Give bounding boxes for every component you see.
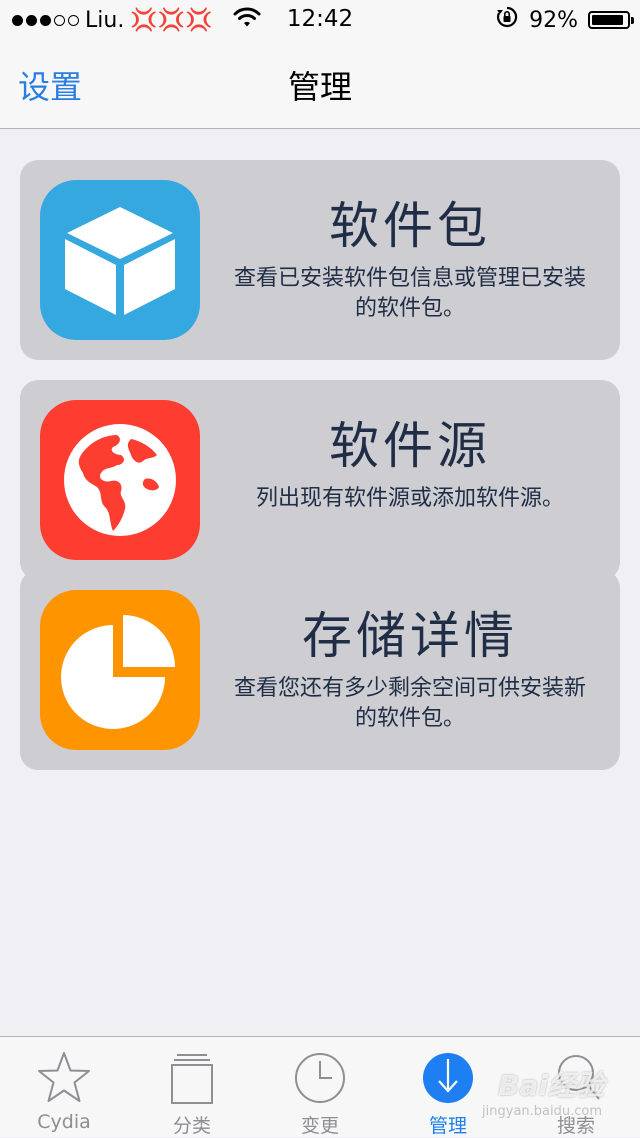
storage-description: 查看您还有多少剩余空间可供安装新的软件包。 (233, 676, 586, 731)
storage-card[interactable]: 存储详情 查看您还有多少剩余空间可供安装新的软件包。 (20, 570, 620, 770)
navigation-bar: 设置 管理 (0, 40, 640, 129)
battery-fill (592, 15, 624, 25)
storage-card-text: 存储详情 查看您还有多少剩余空间可供安装新的软件包。 (220, 570, 600, 770)
battery-percent: 92% (529, 7, 578, 33)
pie-chart-icon (40, 590, 200, 750)
packages-card[interactable]: 软件包 查看已安装软件包信息或管理已安装的软件包。 (20, 160, 620, 360)
star-icon (38, 1052, 90, 1102)
sources-card-text: 软件源 列出现有软件源或添加软件源。 (220, 380, 600, 580)
globe-icon (40, 400, 200, 560)
packages-title: 软件包 (329, 197, 491, 255)
tab-label-cydia: Cydia (37, 1111, 91, 1133)
sources-description: 列出现有软件源或添加软件源。 (255, 486, 564, 511)
tab-changes[interactable]: 变更 (256, 1037, 384, 1137)
packages-card-text: 软件包 查看已安装软件包信息或管理已安装的软件包。 (220, 160, 600, 360)
tab-sections[interactable]: 分类 (128, 1037, 256, 1137)
rotation-lock-icon (495, 5, 519, 35)
package-cube-icon (40, 180, 200, 340)
tab-cydia[interactable]: Cydia (0, 1037, 128, 1137)
status-bar: Liu. 💢💢💢 12:42 92% (0, 0, 640, 40)
battery-icon (588, 11, 634, 29)
tab-manage[interactable]: 管理 (384, 1037, 512, 1137)
tab-label-changes: 变更 (300, 1115, 339, 1137)
watermark-logo: Bai经验 (498, 1069, 604, 1102)
tab-label-sections: 分类 (172, 1115, 211, 1137)
packages-description: 查看已安装软件包信息或管理已安装的软件包。 (233, 266, 586, 321)
status-right: 92% (495, 5, 634, 35)
sources-title: 软件源 (329, 417, 491, 475)
sources-card[interactable]: 软件源 列出现有软件源或添加软件源。 (20, 380, 620, 580)
storage-title: 存储详情 (302, 607, 518, 665)
page-title: 管理 (287, 68, 352, 106)
stack-icon (171, 1054, 213, 1104)
clock-icon (295, 1053, 345, 1103)
download-icon (423, 1053, 473, 1103)
watermark-url: jingyan.baidu.com (482, 1104, 602, 1119)
